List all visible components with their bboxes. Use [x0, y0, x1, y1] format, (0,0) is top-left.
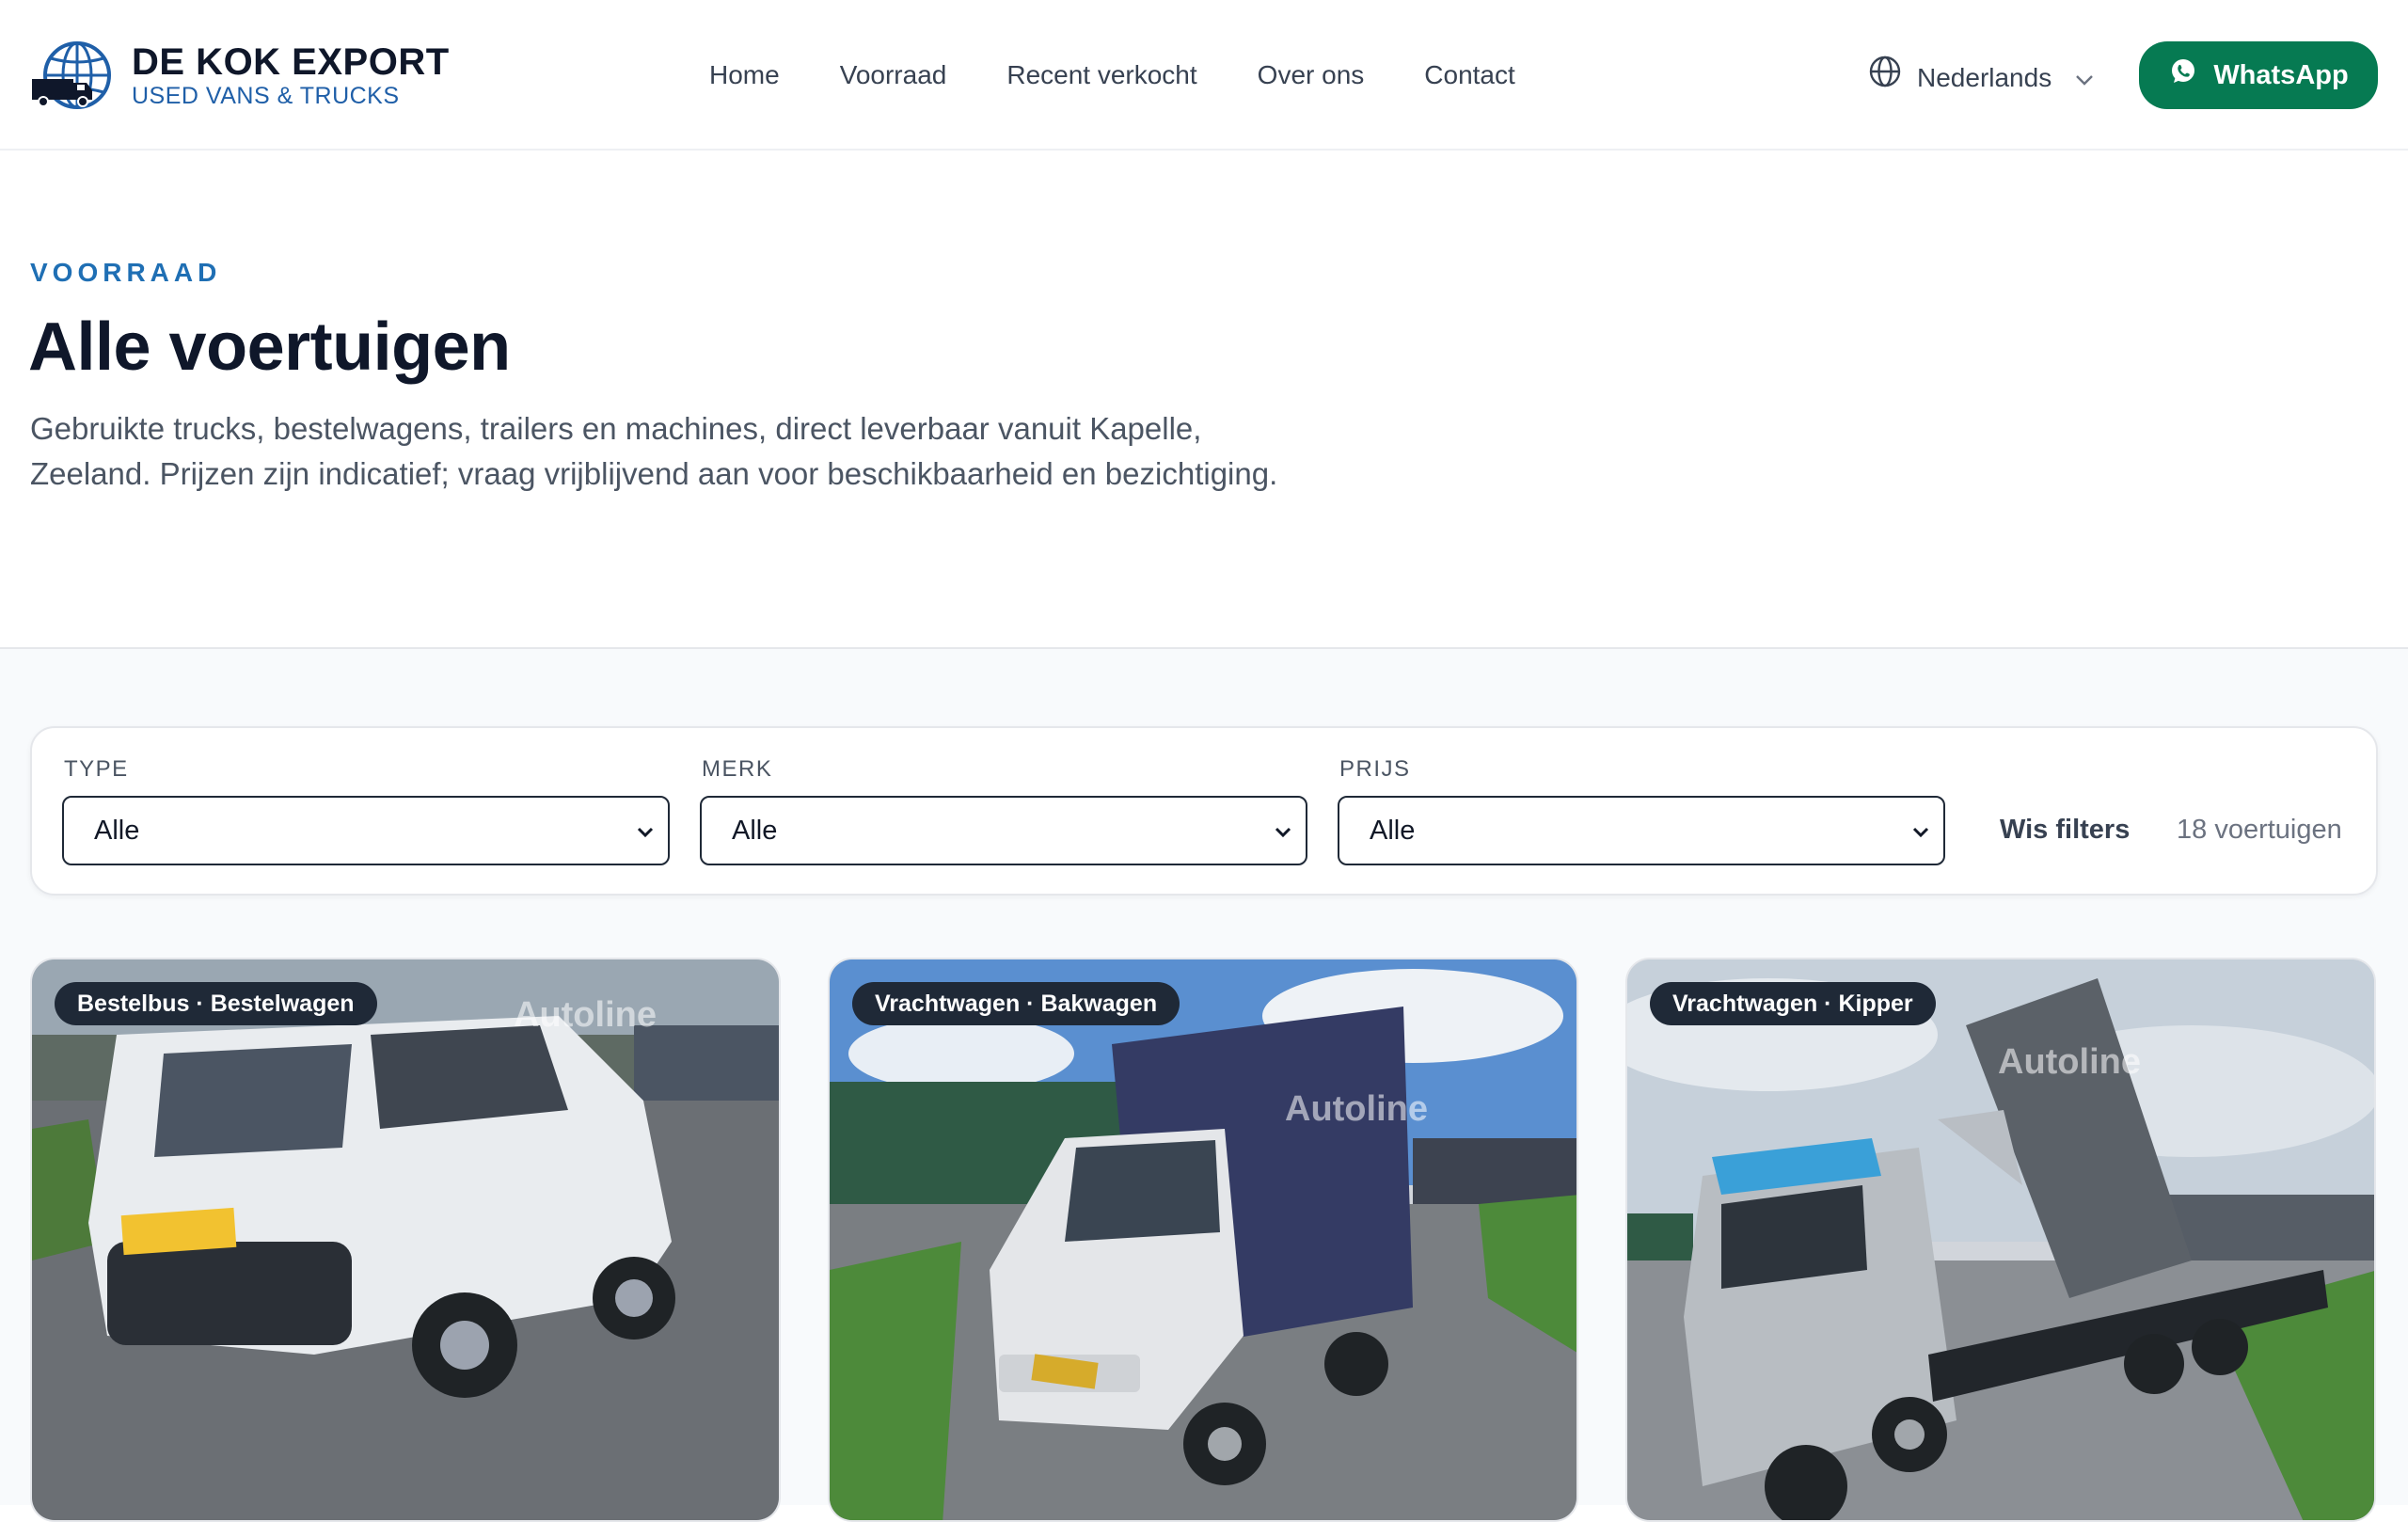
- vehicle-photo: [830, 959, 1576, 1520]
- filter-bar: TYPE Alle MERK Alle PRIJS Alle Wis filte…: [30, 726, 2378, 896]
- inventory-section: TYPE Alle MERK Alle PRIJS Alle Wis filte…: [0, 649, 2408, 1522]
- watermark: Autoline: [1285, 1089, 1428, 1129]
- globe-icon: [1868, 55, 1902, 101]
- type-select-value: Alle: [94, 815, 140, 846]
- watermark: Autoline: [514, 995, 657, 1035]
- whatsapp-icon: [2168, 56, 2198, 94]
- nav-item-over-ons[interactable]: Over ons: [1258, 55, 1365, 96]
- whatsapp-label: WhatsApp: [2213, 59, 2349, 90]
- section-eyebrow: VOORRAAD: [30, 258, 222, 287]
- page-description: Gebruikte trucks, bestelwagens, trailers…: [30, 411, 1278, 491]
- filter-prijs-label: PRIJS: [1339, 756, 1411, 782]
- chevron-down-icon: [1911, 816, 1930, 847]
- result-count: 18 voertuigen: [2177, 815, 2342, 845]
- brand-title: DE KOK EXPORT: [132, 41, 450, 83]
- vehicle-type-badge: Vrachtwagen · Kipper: [1650, 982, 1936, 1025]
- filter-type-label: TYPE: [64, 756, 129, 782]
- chevron-down-icon: [636, 816, 655, 847]
- clear-filters-button[interactable]: Wis filters: [2000, 815, 2130, 846]
- vehicle-card[interactable]: Vrachtwagen · Kipper Autoline: [1625, 958, 2376, 1522]
- hero-section: VOORRAAD Alle voertuigen Gebruikte truck…: [0, 152, 2408, 649]
- filter-type: TYPE Alle: [62, 756, 670, 865]
- vehicle-card[interactable]: Vrachtwagen · Bakwagen Autoline: [828, 958, 1578, 1522]
- vehicle-card[interactable]: Bestelbus · Bestelwagen Autoline: [30, 958, 781, 1522]
- filter-merk: MERK Alle: [700, 756, 1307, 865]
- nav-item-home[interactable]: Home: [709, 55, 780, 96]
- page-title: Alle voertuigen: [28, 309, 511, 385]
- watermark: Autoline: [1998, 1042, 2141, 1082]
- main-nav: Home Voorraad Recent verkocht Over ons C…: [709, 55, 1576, 96]
- filter-merk-label: MERK: [702, 756, 773, 782]
- nav-item-recent-verkocht[interactable]: Recent verkocht: [1006, 55, 1196, 96]
- vehicle-photo: [32, 959, 779, 1520]
- vehicle-type-badge: Vrachtwagen · Bakwagen: [852, 982, 1180, 1025]
- merk-select[interactable]: Alle: [700, 796, 1307, 865]
- nav-item-voorraad[interactable]: Voorraad: [840, 55, 947, 96]
- nav-item-contact[interactable]: Contact: [1424, 55, 1515, 96]
- logo[interactable]: DE KOK EXPORT USED VANS & TRUCKS: [30, 40, 450, 111]
- prijs-select[interactable]: Alle: [1338, 796, 1945, 865]
- filter-prijs: PRIJS Alle: [1338, 756, 1945, 865]
- site-header: DE KOK EXPORT USED VANS & TRUCKS Home Vo…: [0, 0, 2408, 151]
- globe-truck-logo-icon: [30, 40, 113, 111]
- chevron-down-icon: [1274, 816, 1292, 847]
- brand-subtitle: USED VANS & TRUCKS: [132, 83, 400, 109]
- merk-select-value: Alle: [732, 815, 778, 846]
- prijs-select-value: Alle: [1370, 815, 1416, 846]
- language-label: Nederlands: [1917, 62, 2052, 92]
- vehicle-grid: Bestelbus · Bestelwagen Autoline Vrachtw…: [30, 958, 2378, 1522]
- vehicle-type-badge: Bestelbus · Bestelwagen: [55, 982, 377, 1025]
- chevron-down-icon: [2074, 57, 2095, 99]
- language-selector[interactable]: Nederlands: [1868, 55, 2095, 101]
- type-select[interactable]: Alle: [62, 796, 670, 865]
- whatsapp-button[interactable]: WhatsApp: [2139, 41, 2378, 109]
